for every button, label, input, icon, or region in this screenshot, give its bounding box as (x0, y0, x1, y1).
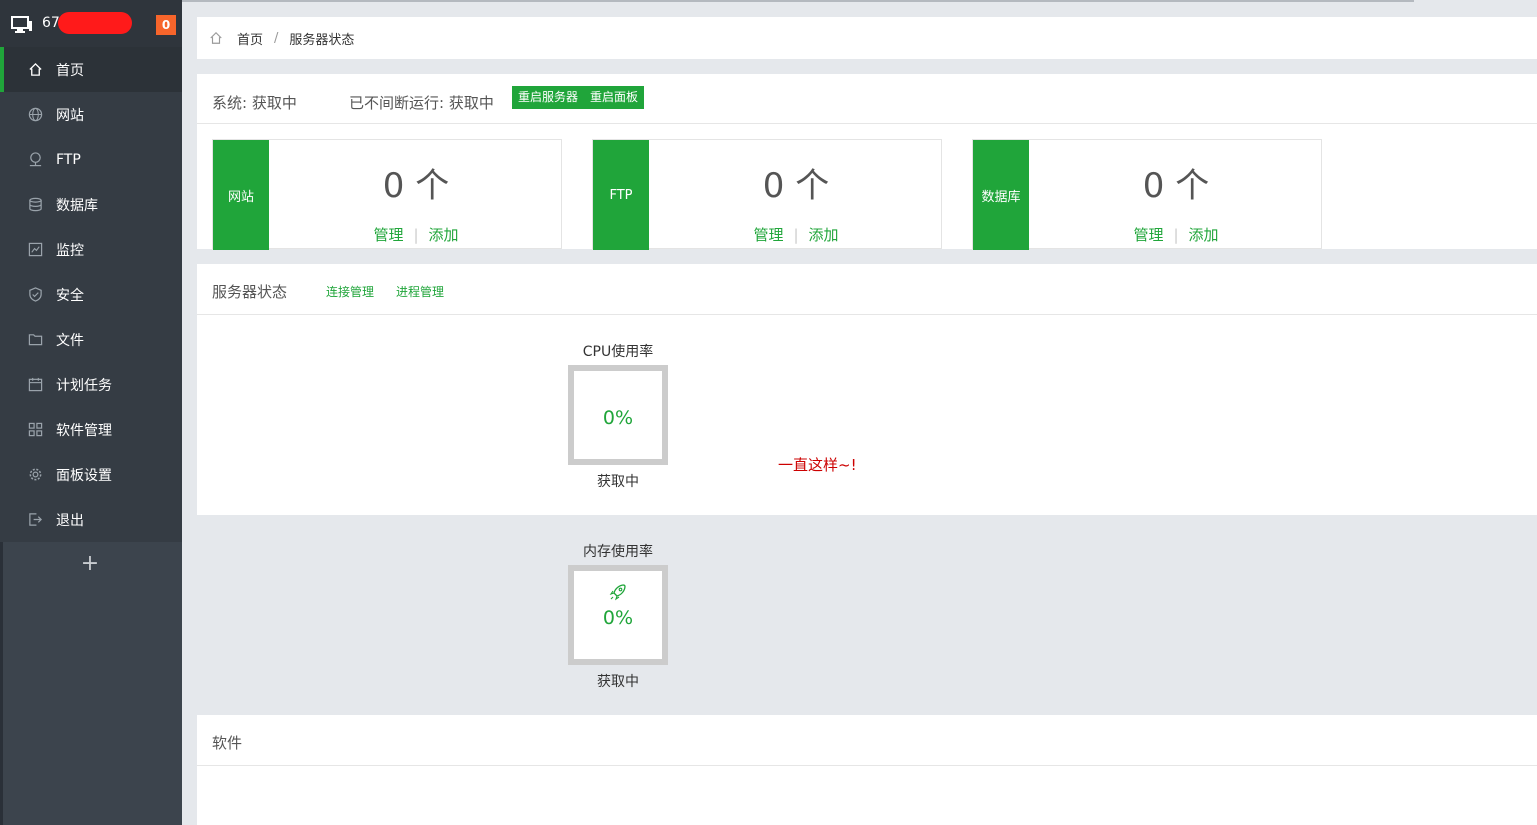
stat-card-links: 管理 | 添加 (649, 224, 943, 245)
folder-icon (28, 334, 43, 346)
system-info-bar: 系统: 获取中 已不间断运行: 获取中 重启服务器 重启面板 (197, 74, 1537, 124)
sidebar-item-database[interactable]: 数据库 (0, 182, 182, 227)
stat-card-label: 网站 (213, 140, 269, 250)
sidebar-item-label: 安全 (56, 287, 84, 304)
breadcrumb-current: 服务器状态 (289, 32, 355, 48)
sidebar-item-label: 监控 (56, 242, 84, 259)
database-icon (29, 197, 42, 212)
memory-gauge[interactable]: 0% (568, 565, 668, 665)
stat-card-count: 0 个 (762, 166, 830, 206)
restart-button-group: 重启服务器 重启面板 (512, 86, 645, 109)
sidebar-item-website[interactable]: 网站 (0, 92, 182, 137)
annotation-text: 一直这样~! (778, 456, 857, 474)
top-strip (182, 0, 1414, 2)
stat-card-links: 管理 | 添加 (269, 224, 563, 245)
sidebar-item-cron[interactable]: 计划任务 (0, 362, 182, 407)
server-status-title: 服务器状态 (212, 283, 288, 301)
sidebar-item-label: 计划任务 (56, 377, 112, 394)
sidebar-item-label: 网站 (56, 107, 84, 124)
processes-link[interactable]: 进程管理 (396, 283, 444, 300)
sidebar-header: 67. 0 (0, 0, 182, 47)
software-panel: 软件 (197, 715, 1537, 825)
stat-card-count: 0 个 (382, 166, 450, 206)
add-link[interactable]: 添加 (1189, 226, 1219, 244)
grid-icon (28, 422, 43, 437)
system-uptime-text: 已不间断运行: 获取中 (349, 94, 494, 112)
sidebar-item-label: 首页 (56, 62, 84, 79)
sidebar-item-panel-settings[interactable]: 面板设置 (0, 452, 182, 497)
sidebar-item-label: 软件管理 (56, 422, 112, 439)
add-link[interactable]: 添加 (429, 226, 459, 244)
cpu-gauge-value: 0% (602, 407, 634, 429)
ftp-icon (29, 152, 42, 167)
home-icon[interactable] (209, 31, 223, 45)
message-count-badge[interactable]: 0 (156, 15, 176, 35)
sidebar: 67. 0 首页 网站 FTP 数据库 监控 安全 文件 计划任务 软件管理 面… (0, 0, 182, 825)
server-status-panel: 服务器状态 连接管理 进程管理 (197, 264, 1537, 515)
stat-card-links: 管理 | 添加 (1029, 224, 1323, 245)
manage-link[interactable]: 管理 (373, 226, 403, 244)
stat-card-website: 网站 0 个 管理 | 添加 (212, 139, 563, 250)
stat-card-label: FTP (593, 140, 649, 250)
sidebar-item-monitor[interactable]: 监控 (0, 227, 182, 272)
sidebar-item-security[interactable]: 安全 (0, 272, 182, 317)
memory-gauge-value: 0% (602, 607, 634, 629)
rocket-icon (609, 584, 626, 601)
shield-icon (29, 287, 42, 302)
stat-card-label: 数据库 (973, 140, 1029, 250)
system-panel: 系统: 获取中 已不间断运行: 获取中 重启服务器 重启面板 网站 0 个 管理… (197, 74, 1537, 250)
breadcrumb: 首页 / 服务器状态 (197, 17, 1537, 59)
sidebar-item-label: 文件 (56, 332, 84, 349)
system-os-text: 系统: 获取中 (212, 94, 297, 112)
cpu-gauge[interactable]: 0% (568, 365, 668, 465)
redaction-mark (58, 12, 132, 34)
add-shortcut-button[interactable]: + (79, 550, 101, 578)
sidebar-item-ftp[interactable]: FTP (0, 137, 182, 182)
sidebar-item-software[interactable]: 软件管理 (0, 407, 182, 452)
server-status-header: 服务器状态 连接管理 进程管理 (197, 264, 1537, 315)
sidebar-item-files[interactable]: 文件 (0, 317, 182, 362)
sidebar-item-label: 退出 (56, 512, 84, 529)
software-header: 软件 (197, 715, 1537, 766)
link-separator: | (1173, 226, 1179, 244)
sidebar-item-label: 面板设置 (56, 467, 112, 484)
home-icon (29, 62, 42, 76)
restart-panel-button[interactable]: 重启面板 (584, 86, 644, 109)
connections-link[interactable]: 连接管理 (326, 283, 374, 300)
sidebar-item-label: FTP (56, 151, 81, 168)
memory-gauge-label: 内存使用率 (583, 544, 653, 560)
breadcrumb-separator: / (274, 30, 279, 46)
memory-gauge-state: 获取中 (597, 674, 639, 690)
monitor-chart-icon (28, 242, 43, 257)
cpu-gauge-label: CPU使用率 (582, 344, 654, 360)
sidebar-item-home[interactable]: 首页 (0, 47, 182, 92)
breadcrumb-home-link[interactable]: 首页 (237, 29, 263, 48)
stat-card-count: 0 个 (1142, 166, 1210, 206)
link-separator: | (413, 226, 419, 244)
sidebar-item-logout[interactable]: 退出 (0, 497, 182, 542)
cpu-gauge-state: 获取中 (597, 474, 639, 490)
monitor-icon (11, 16, 32, 33)
calendar-icon (28, 377, 43, 392)
stat-card-database: 数据库 0 个 管理 | 添加 (972, 139, 1323, 250)
manage-link[interactable]: 管理 (1133, 226, 1163, 244)
gear-icon (29, 468, 42, 481)
globe-icon (28, 107, 43, 122)
logout-icon (29, 513, 42, 526)
stat-card-ftp: FTP 0 个 管理 | 添加 (592, 139, 943, 250)
manage-link[interactable]: 管理 (753, 226, 783, 244)
add-link[interactable]: 添加 (809, 226, 839, 244)
link-separator: | (793, 226, 799, 244)
sidebar-item-label: 数据库 (56, 197, 98, 214)
sidebar-menu: 首页 网站 FTP 数据库 监控 安全 文件 计划任务 软件管理 面板设置 退出 (0, 47, 182, 542)
software-title: 软件 (212, 734, 243, 752)
restart-server-button[interactable]: 重启服务器 (512, 86, 584, 109)
